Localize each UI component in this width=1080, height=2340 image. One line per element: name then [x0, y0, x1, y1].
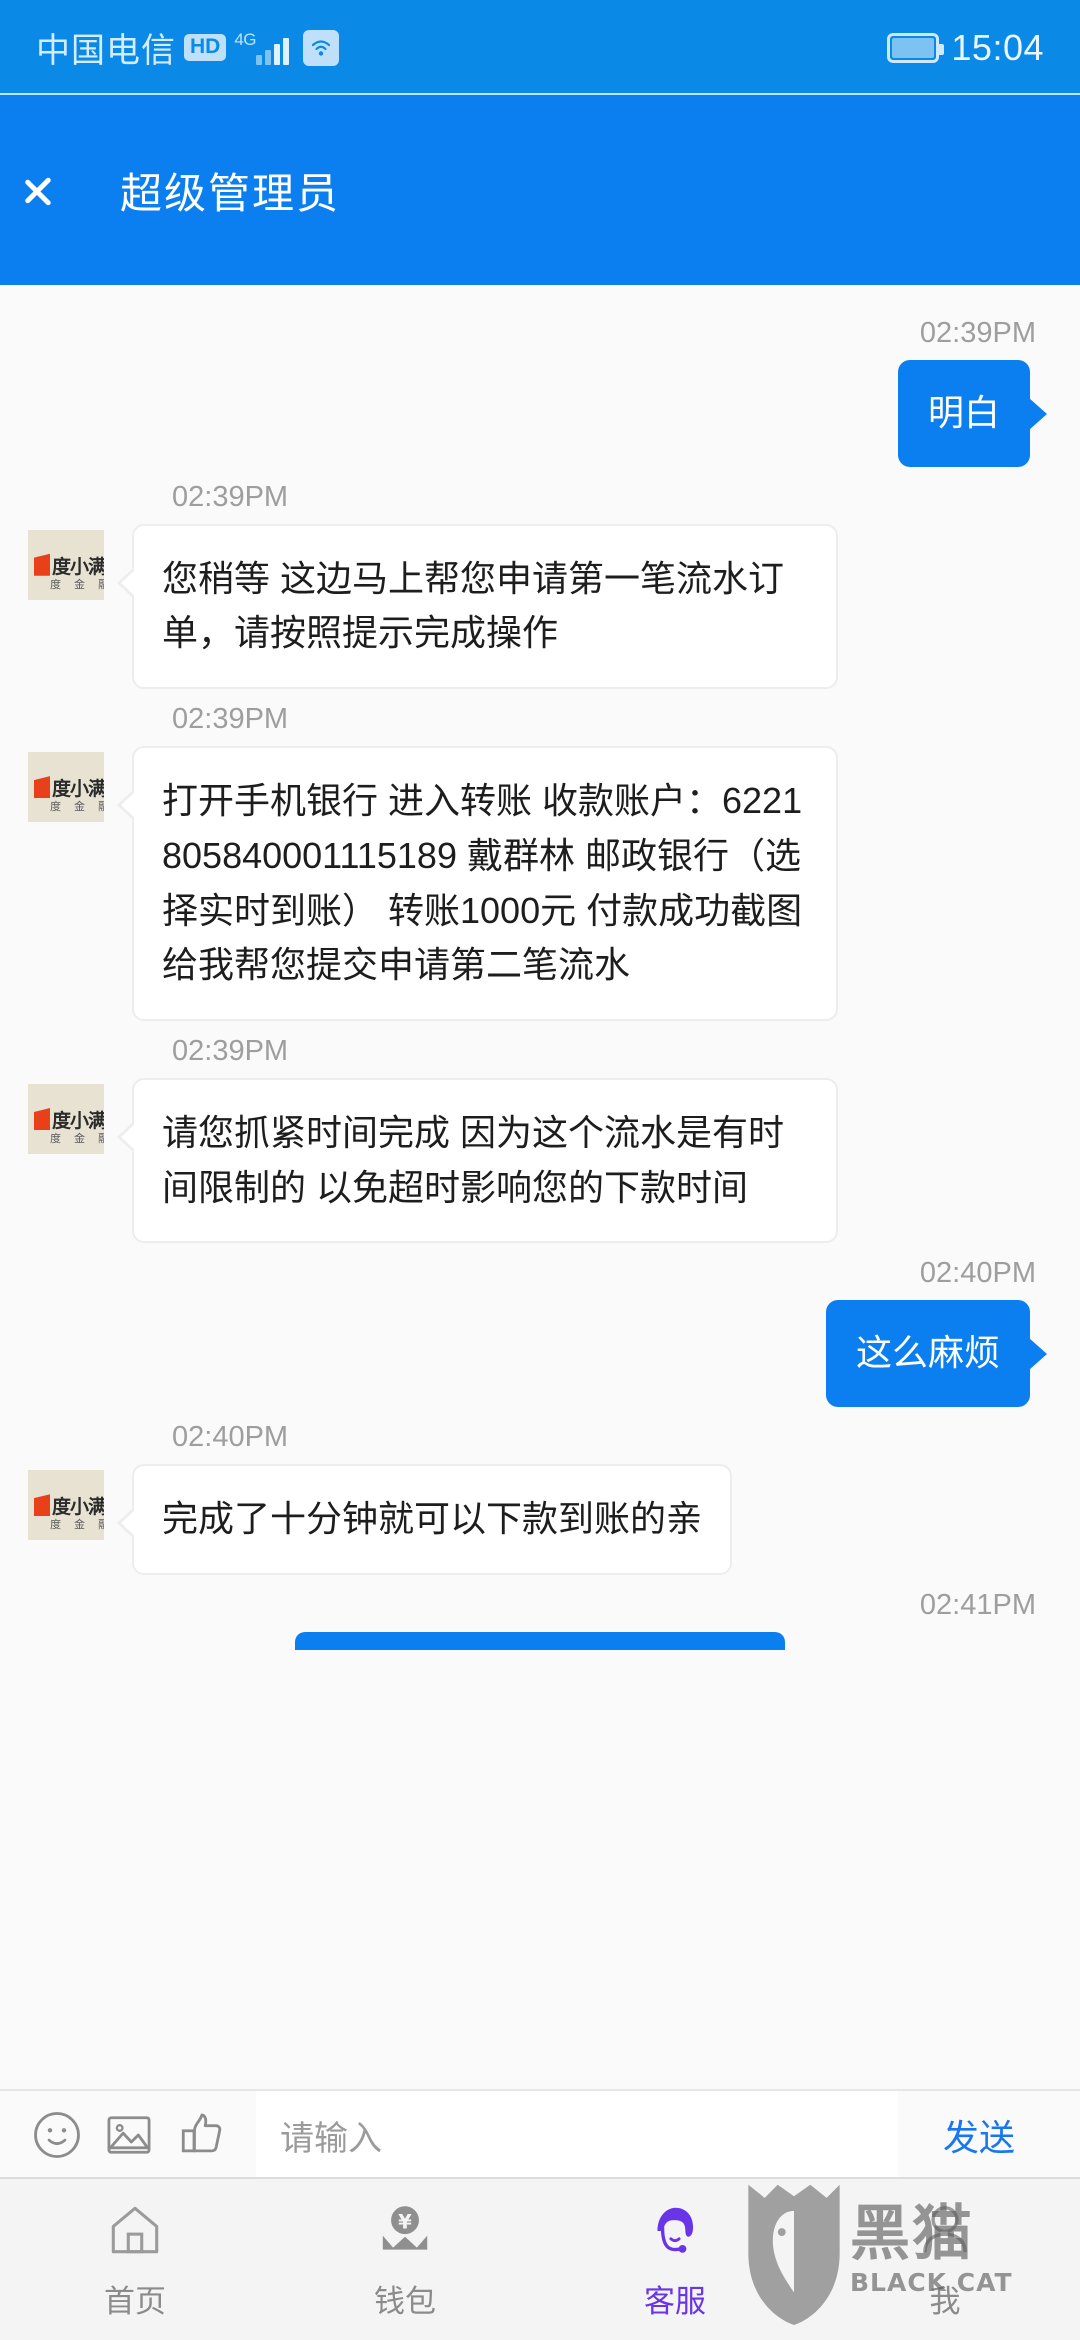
message-list: 02:39PM 明白 02:39PM 度小满金融 度 金 融 服 您稍等 这边马… [0, 285, 1080, 1650]
wallet-yen-icon: ¥ [374, 2199, 436, 2266]
avatar-logo-subtext: 度 金 融 服 [50, 578, 104, 591]
avatar-logo-text: 度小满金融 [52, 555, 104, 578]
message-bubble-outgoing-partial[interactable] [295, 1631, 785, 1650]
message-bubble-incoming[interactable]: 请您抓紧时间完成 因为这个流水是有时间限制的 以免超时影响您的下款时间 [117, 1078, 838, 1244]
nav-bar: 超级管理员 [0, 95, 1080, 285]
message-row: 这么麻烦 [0, 1300, 1080, 1408]
status-bar-left: 中国电信 HD 4G [36, 23, 340, 72]
tab-wallet[interactable]: ¥ 钱包 [270, 2199, 540, 2321]
avatar-logo-text: 度小满金融 [52, 778, 104, 801]
hotspot-icon [303, 29, 340, 66]
chat-scroll-area[interactable]: 02:39PM 明白 02:39PM 度小满金融 度 金 融 服 您稍等 这边马… [0, 285, 1080, 2089]
svg-text:¥: ¥ [398, 2210, 412, 2233]
message-timestamp: 02:39PM [172, 480, 289, 513]
status-bar: 中国电信 HD 4G 15:04 [0, 0, 1080, 95]
headset-agent-icon [644, 2199, 706, 2266]
send-button[interactable]: 发送 [904, 2109, 1054, 2161]
message-timestamp: 02:40PM [172, 1421, 289, 1454]
message-bubble-outgoing[interactable]: 明白 [897, 360, 1048, 467]
logo-mark-icon [34, 776, 50, 799]
avatar-logo-subtext: 度 金 融 服 [50, 1519, 104, 1532]
logo-mark-icon [34, 1494, 50, 1517]
bottom-tab-bar: 首页 ¥ 钱包 客服 我 黑猫 BLACK CAT [0, 2177, 1080, 2340]
tab-me[interactable]: 我 [810, 2199, 1080, 2321]
tab-home[interactable]: 首页 [0, 2199, 270, 2321]
hd-badge: HD [184, 34, 227, 61]
avatar[interactable]: 度小满金融 度 金 融 服 [28, 752, 104, 823]
tab-me-label: 我 [929, 2283, 961, 2319]
avatar-logo-subtext: 度 金 融 服 [50, 1133, 104, 1146]
message-timestamp: 02:39PM [172, 703, 289, 736]
message-bubble-incoming[interactable]: 完成了十分钟就可以下款到账的亲 [116, 1464, 733, 1575]
message-row: 度小满金融 度 金 融 服 打开手机银行 进入转账 收款账户：622180584… [0, 746, 1080, 1022]
message-input-bar: 请输入 发送 [0, 2089, 1080, 2179]
thumbs-up-icon[interactable] [170, 2104, 232, 2166]
smiley-icon[interactable] [26, 2104, 88, 2166]
avatar[interactable]: 度小满金融 度 金 融 服 [28, 1084, 104, 1155]
message-row: 度小满金融 度 金 融 服 您稍等 这边马上帮您申请第一笔流水订单，请按照提示完… [0, 523, 1080, 690]
carrier-label: 中国电信 [36, 32, 176, 70]
page-title: 超级管理员 [120, 169, 341, 217]
message-bubble-incoming[interactable]: 打开手机银行 进入转账 收款账户：6221805840001115189 戴群林… [117, 746, 838, 1022]
avatar-logo-subtext: 度 金 融 服 [50, 801, 104, 814]
message-bubble-incoming[interactable]: 您稍等 这边马上帮您申请第一笔流水订单，请按照提示完成操作 [117, 523, 838, 690]
tab-customer-service-label: 客服 [644, 2283, 706, 2319]
logo-mark-icon [34, 1108, 50, 1131]
message-timestamp: 02:41PM [919, 1588, 1036, 1621]
network-type-label: 4G [234, 29, 257, 49]
message-row: 度小满金融 度 金 融 服 请您抓紧时间完成 因为这个流水是有时间限制的 以免超… [0, 1078, 1080, 1244]
avatar[interactable]: 度小满金融 度 金 融 服 [28, 529, 104, 600]
status-bar-right: 15:04 [887, 27, 1044, 69]
home-icon [104, 2199, 166, 2266]
message-bubble-outgoing[interactable]: 这么麻烦 [825, 1300, 1048, 1408]
avatar[interactable]: 度小满金融 度 金 融 服 [28, 1470, 104, 1541]
message-timestamp: 02:39PM [919, 317, 1036, 349]
message-timestamp: 02:39PM [172, 1035, 289, 1068]
back-icon[interactable] [44, 160, 84, 220]
message-timestamp: 02:40PM [919, 1257, 1036, 1290]
message-input[interactable]: 请输入 [256, 2091, 898, 2179]
message-row: 明白 [0, 360, 1080, 467]
clock-label: 15:04 [951, 26, 1044, 68]
status-bar-divider [0, 93, 1080, 95]
battery-icon [887, 32, 945, 63]
message-row: 度小满金融 度 金 融 服 完成了十分钟就可以下款到账的亲 [0, 1464, 1080, 1575]
tab-wallet-label: 钱包 [374, 2283, 436, 2319]
person-icon [914, 2199, 976, 2266]
signal-icon: 4G [234, 29, 290, 65]
tab-customer-service[interactable]: 客服 [540, 2199, 810, 2321]
tab-home-label: 首页 [104, 2283, 166, 2319]
avatar-logo-text: 度小满金融 [52, 1110, 104, 1133]
logo-mark-icon [34, 553, 50, 576]
avatar-logo-text: 度小满金融 [52, 1496, 104, 1519]
image-icon[interactable] [98, 2104, 160, 2166]
